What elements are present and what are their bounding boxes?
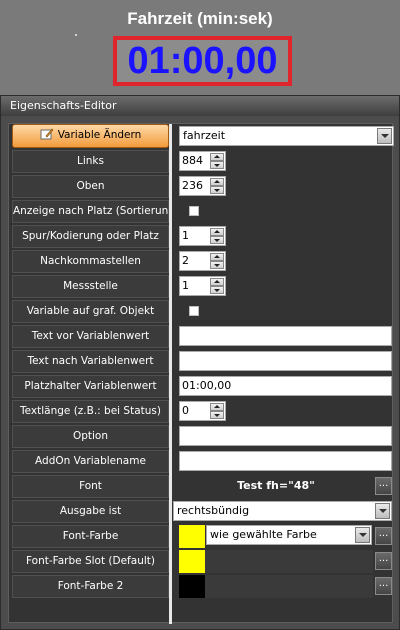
font-farbe-2-swatch[interactable] (179, 575, 205, 598)
row-anzeige-nach-platz: Anzeige nach Platz (Sortierung) (9, 199, 392, 224)
variable-select-value: fahrzeit (183, 129, 226, 142)
variable-aendern-button[interactable]: Variable Ändern (12, 124, 169, 148)
spin-down-icon[interactable] (210, 411, 224, 419)
links-value: 884 (182, 154, 203, 167)
font-farbe-label: Font-Farbe (12, 525, 169, 548)
addon-variablename-input[interactable] (179, 451, 392, 471)
row-variable-aendern: Variable Ändern fahrzeit (9, 124, 394, 149)
spur-kodierung-stepper[interactable]: 1 (179, 226, 226, 246)
font-farbe-2-browse-button[interactable]: ... (375, 577, 392, 595)
text-vor-input[interactable] (179, 326, 392, 346)
spin-down-icon[interactable] (210, 261, 224, 269)
chevron-down-icon[interactable] (355, 527, 370, 543)
spin-up-icon[interactable] (210, 403, 224, 411)
font-farbe-2-field (205, 575, 373, 598)
font-label: Font (12, 475, 169, 498)
font-farbe-2-label: Font-Farbe 2 (12, 575, 169, 598)
property-grid: Variable Ändern fahrzeit Links 884 Oben … (8, 123, 394, 624)
property-editor-panel: Eigenschafts-Editor Variable Ändern fahr… (0, 95, 400, 630)
textlaenge-value: 0 (182, 404, 189, 417)
row-textlaenge: Textlänge (z.B.: bei Status) 0 (9, 399, 392, 424)
option-input[interactable] (179, 426, 392, 446)
row-font-farbe-slot: Font-Farbe Slot (Default) ... (9, 549, 392, 574)
spin-down-icon[interactable] (210, 286, 224, 294)
row-messstelle: Messstelle 1 (9, 274, 392, 299)
variable-auf-graf-objekt-label: Variable auf graf. Objekt (12, 300, 169, 323)
option-label: Option (12, 425, 169, 448)
anzeige-nach-platz-label: Anzeige nach Platz (Sortierung) (12, 200, 169, 223)
chevron-down-icon[interactable] (377, 128, 392, 144)
row-nachkommastellen: Nachkommastellen 2 (9, 249, 392, 274)
nachkommastellen-stepper[interactable]: 2 (179, 251, 226, 271)
nachkommastellen-label: Nachkommastellen (12, 250, 169, 273)
links-stepper[interactable]: 884 (179, 151, 226, 171)
row-variable-auf-graf-objekt: Variable auf graf. Objekt (9, 299, 392, 324)
text-nach-label: Text nach Variablenwert (12, 350, 169, 373)
font-farbe-slot-label: Font-Farbe Slot (Default) (12, 550, 169, 573)
font-farbe-select[interactable]: wie gewählte Farbe (206, 525, 372, 545)
spin-up-icon[interactable] (210, 153, 224, 161)
font-farbe-slot-browse-button[interactable]: ... (375, 552, 392, 570)
spin-up-icon[interactable] (210, 278, 224, 286)
row-ausgabe-ist: Ausgabe ist rechtsbündig (9, 499, 392, 524)
row-text-nach: Text nach Variablenwert (9, 349, 392, 374)
variable-auf-graf-objekt-checkbox[interactable] (189, 306, 199, 316)
spin-up-icon[interactable] (210, 253, 224, 261)
messstelle-label: Messstelle (12, 275, 169, 298)
ausgabe-ist-label: Ausgabe ist (12, 500, 169, 523)
font-value: Test fh="48" (237, 479, 315, 492)
spin-up-icon[interactable] (210, 228, 224, 236)
messstelle-stepper[interactable]: 1 (179, 276, 226, 296)
variable-select[interactable]: fahrzeit (179, 126, 394, 146)
links-label: Links (12, 150, 169, 173)
spin-down-icon[interactable] (210, 161, 224, 169)
platzhalter-label: Platzhalter Variablenwert (12, 375, 169, 398)
anzeige-nach-platz-checkbox[interactable] (189, 206, 199, 216)
row-font: Font Test fh="48" ... (9, 474, 392, 499)
spin-down-icon[interactable] (210, 186, 224, 194)
row-font-farbe: Font-Farbe wie gewählte Farbe ... (9, 524, 392, 549)
oben-value: 236 (182, 179, 203, 192)
editor-title: Eigenschafts-Editor (1, 96, 399, 116)
messstelle-value: 1 (182, 279, 189, 292)
row-font-farbe-2: Font-Farbe 2 ... (9, 574, 392, 599)
addon-variablename-label: AddOn Variablename (12, 450, 169, 473)
variable-aendern-label: Variable Ändern (57, 129, 142, 141)
font-farbe-select-value: wie gewählte Farbe (210, 528, 317, 541)
row-text-vor: Text vor Variablenwert (9, 324, 392, 349)
spur-kodierung-label: Spur/Kodierung oder Platz (12, 225, 169, 248)
textlaenge-stepper[interactable]: 0 (179, 401, 226, 421)
spin-up-icon[interactable] (210, 178, 224, 186)
row-spur-kodierung: Spur/Kodierung oder Platz 1 (9, 224, 392, 249)
row-links: Links 884 (9, 149, 392, 174)
row-oben: Oben 236 (9, 174, 392, 199)
oben-label: Oben (12, 175, 169, 198)
font-farbe-slot-swatch[interactable] (179, 550, 205, 573)
spin-down-icon[interactable] (210, 236, 224, 244)
spur-kodierung-value: 1 (182, 229, 189, 242)
nachkommastellen-value: 2 (182, 254, 189, 267)
oben-stepper[interactable]: 236 (179, 176, 226, 196)
pencil-icon (40, 128, 54, 140)
ausgabe-select-value: rechtsbündig (177, 504, 250, 517)
platzhalter-input[interactable]: 01:00,00 (179, 376, 392, 396)
textlaenge-label: Textlänge (z.B.: bei Status) (12, 400, 169, 423)
ausgabe-select[interactable]: rechtsbündig (173, 501, 392, 521)
text-nach-input[interactable] (179, 351, 392, 371)
font-browse-button[interactable]: ... (375, 477, 392, 495)
font-farbe-slot-field (205, 550, 373, 573)
row-addon-variablename: AddOn Variablename (9, 449, 392, 474)
row-platzhalter: Platzhalter Variablenwert 01:00,00 (9, 374, 392, 399)
font-farbe-swatch[interactable] (179, 525, 205, 548)
text-vor-label: Text vor Variablenwert (12, 325, 169, 348)
chevron-down-icon[interactable] (375, 503, 390, 519)
row-option: Option (9, 424, 392, 449)
font-farbe-browse-button[interactable]: ... (375, 527, 392, 545)
